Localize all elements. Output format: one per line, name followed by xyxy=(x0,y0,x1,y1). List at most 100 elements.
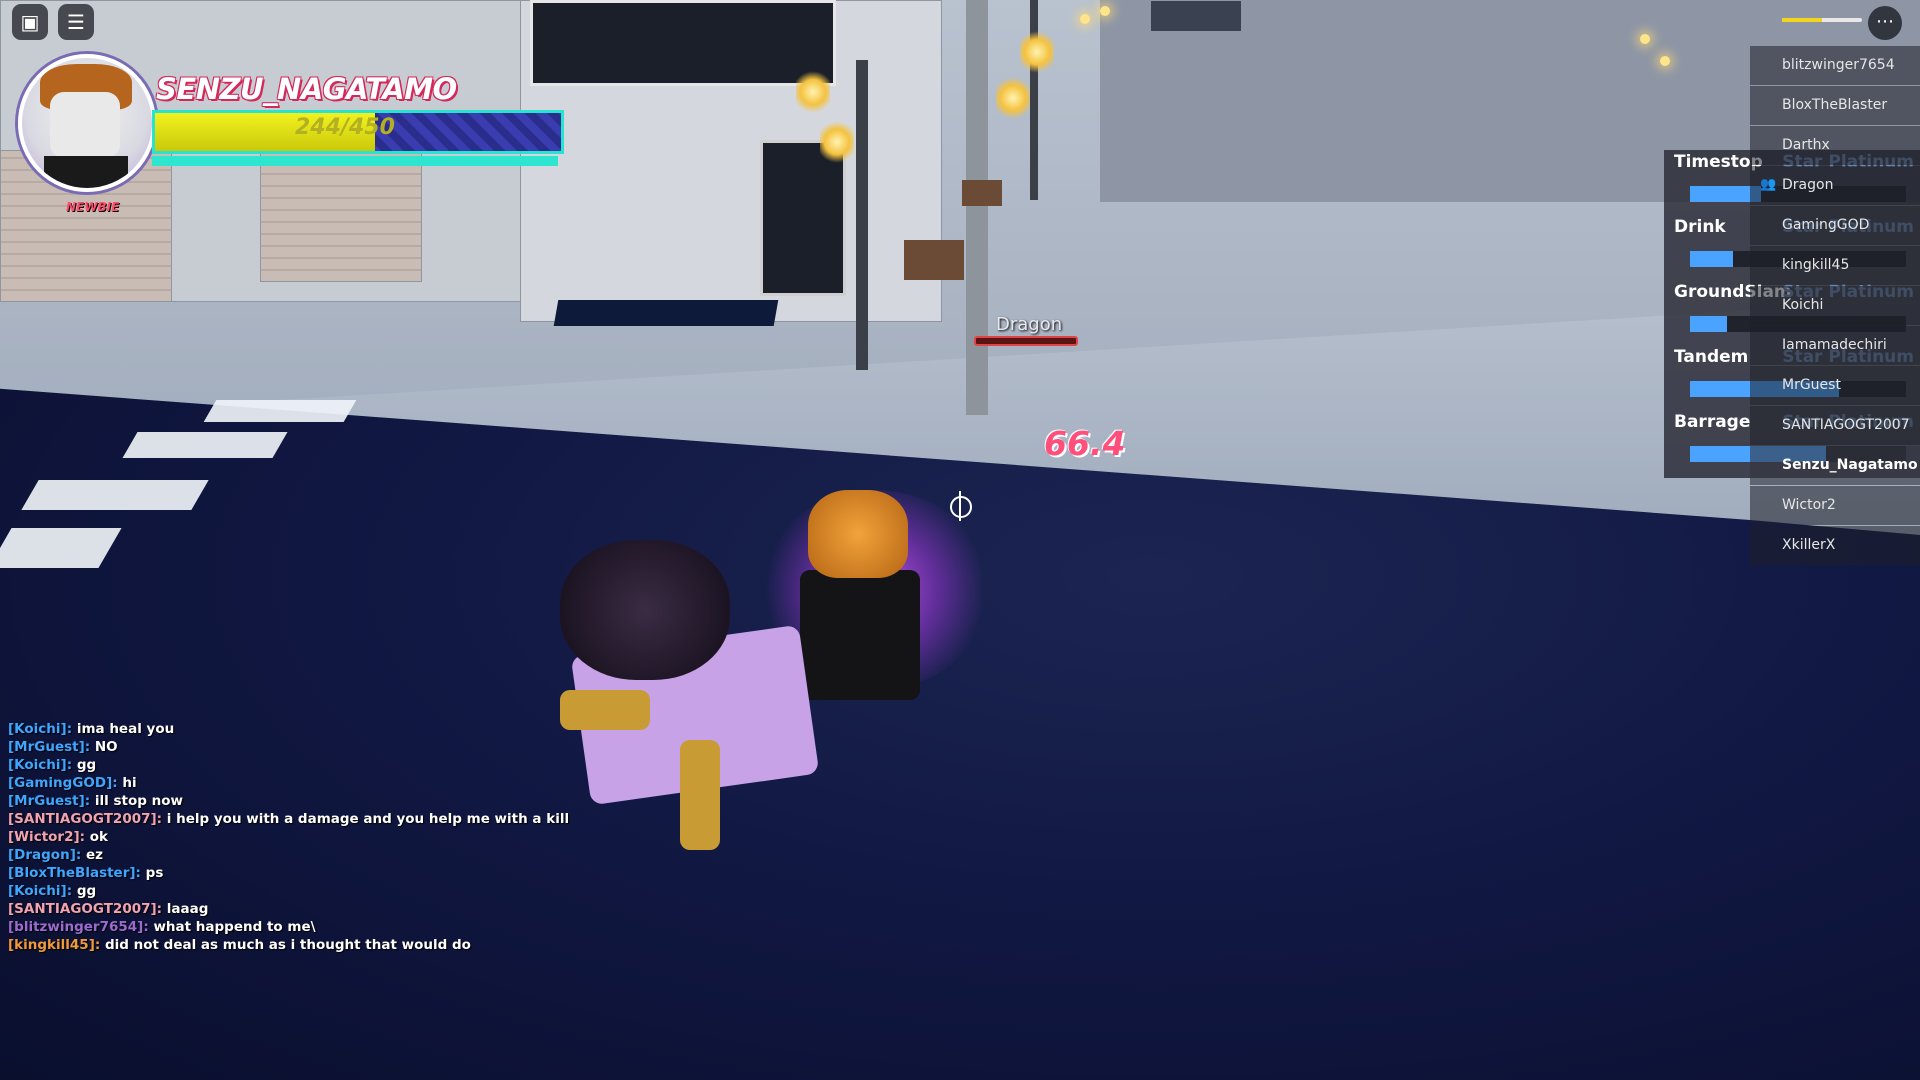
player-list-item[interactable]: SANTIAGOGT2007 xyxy=(1750,406,1920,445)
chat-author[interactable]: [MrGuest]: xyxy=(8,793,95,809)
chat-text: hi xyxy=(122,775,137,791)
move-name: Drink xyxy=(1674,217,1726,237)
player-list-item[interactable]: GamingGOD xyxy=(1750,206,1920,245)
street-lamp-pole xyxy=(856,60,868,370)
top-slider[interactable] xyxy=(1782,18,1862,22)
chat-message: [MrGuest]: NO xyxy=(8,738,568,756)
player-list-item[interactable]: BloxTheBlaster xyxy=(1750,86,1920,125)
chat-message: [Koichi]: gg xyxy=(8,882,568,900)
player-list-item[interactable]: Senzu_Nagatamo xyxy=(1750,446,1920,485)
chat-author[interactable]: [Wictor2]: xyxy=(8,829,90,845)
chat-message: [kingkill45]: did not deal as much as i … xyxy=(8,936,568,954)
player-name: SENZU_NAGATAMO xyxy=(156,72,457,106)
move-name: Tandem xyxy=(1674,347,1749,367)
chat-text: ill stop now xyxy=(94,793,183,809)
far-light xyxy=(1100,6,1110,16)
chat-text: NO xyxy=(94,739,118,755)
chat-text: did not deal as much as i thought that w… xyxy=(104,937,471,953)
player-list-item[interactable]: Wictor2 xyxy=(1750,486,1920,525)
roblox-logo-icon[interactable]: ▣ xyxy=(12,4,48,40)
chat-text: ps xyxy=(145,865,164,881)
player-list: blitzwinger7654 BloxTheBlaster Darthx 👥 Drag… xyxy=(1750,46,1920,566)
player-list-item[interactable]: blitzwinger7654 xyxy=(1750,46,1920,85)
chat-text: what happend to me\ xyxy=(153,919,316,935)
lamp-light xyxy=(820,120,854,164)
utility-pole xyxy=(966,0,988,415)
lamp-light xyxy=(796,70,830,114)
far-light xyxy=(1640,34,1650,44)
damage-number: 66.4 xyxy=(1044,424,1126,463)
player-list-item[interactable]: 👥 Dragon xyxy=(1750,166,1920,205)
player-list-item[interactable]: Iamamadechiri xyxy=(1750,326,1920,365)
avatar-suit xyxy=(44,156,128,188)
chat-message: [Dragon]: ez xyxy=(8,846,568,864)
player-name-label: Wictor2 xyxy=(1782,497,1836,513)
stamina-fill xyxy=(152,156,558,166)
chat-author[interactable]: [Koichi]: xyxy=(8,757,77,773)
lamp-light xyxy=(1020,30,1054,74)
chat-message: [Koichi]: ima heal you xyxy=(8,720,568,738)
top-slider-fill xyxy=(1782,18,1822,22)
chat-text: gg xyxy=(76,883,97,899)
enemy-name: Dragon xyxy=(996,314,1063,335)
chat-author[interactable]: [kingkill45]: xyxy=(8,937,105,953)
chat-author[interactable]: [Dragon]: xyxy=(8,847,86,863)
avatar xyxy=(18,54,156,192)
player-name-label: kingkill45 xyxy=(1782,257,1850,273)
chat-icon[interactable]: ☰ xyxy=(58,4,94,40)
stand-armor xyxy=(680,740,720,850)
chat-author[interactable]: [blitzwinger7654]: xyxy=(8,919,153,935)
chat-author[interactable]: [SANTIAGOGT2007]: xyxy=(8,901,167,917)
chat-text: gg xyxy=(76,757,97,773)
chat-message: [SANTIAGOGT2007]: laaag xyxy=(8,900,568,918)
player-name-label: MrGuest xyxy=(1782,377,1841,393)
chat-message: [Wictor2]: ok xyxy=(8,828,568,846)
player-name-label: Koichi xyxy=(1782,297,1824,313)
player-name-label: Senzu_Nagatamo xyxy=(1782,457,1918,473)
chat-author[interactable]: [Koichi]: xyxy=(8,883,77,899)
health-text: 244/450 xyxy=(295,115,395,140)
enemy-health-bar xyxy=(974,336,1078,346)
player-list-item[interactable]: Koichi xyxy=(1750,286,1920,325)
health-bar: 244/450 xyxy=(152,110,564,154)
chat-message: [BloxTheBlaster]: ps xyxy=(8,864,568,882)
player-name-label: GamingGOD xyxy=(1782,217,1870,233)
avatar-face xyxy=(50,92,120,158)
chat-log: [Koichi]: ima heal you [MrGuest]: NO [Koic… xyxy=(8,720,570,954)
chat-message: [Koichi]: gg xyxy=(8,756,568,774)
move-cooldown-fill xyxy=(1690,251,1734,267)
friend-icon: 👥 xyxy=(1760,177,1777,192)
move-cooldown-fill xyxy=(1690,316,1727,332)
top-left-buttons: ▣ ☰ xyxy=(12,4,94,40)
chat-message: [MrGuest]: ill stop now xyxy=(8,792,568,810)
brick-wall xyxy=(260,150,422,282)
player-characters xyxy=(540,480,1020,860)
move-name: Barrage xyxy=(1674,412,1751,432)
stamina-bar xyxy=(152,156,558,166)
rank-label: NEWBIE xyxy=(66,200,120,214)
player-list-item[interactable]: Darthx xyxy=(1750,126,1920,165)
chat-message: [GamingGOD]: hi xyxy=(8,774,568,792)
far-light xyxy=(1080,14,1090,24)
far-light xyxy=(1660,56,1670,66)
chat-text: i help you with a damage and you help me… xyxy=(166,811,570,827)
stand-armor xyxy=(560,690,650,730)
chat-text: ez xyxy=(85,847,103,863)
chat-author[interactable]: [BloxTheBlaster]: xyxy=(8,865,146,881)
chat-text: ok xyxy=(89,829,109,845)
chat-author[interactable]: [Koichi]: xyxy=(8,721,77,737)
player-list-item[interactable]: XkillerX xyxy=(1750,526,1920,565)
chat-author[interactable]: [GamingGOD]: xyxy=(8,775,122,791)
chat-text: laaag xyxy=(166,901,209,917)
chat-author[interactable]: [SANTIAGOGT2007]: xyxy=(8,811,167,827)
player-name-label: XkillerX xyxy=(1782,537,1836,553)
player-list-item[interactable]: kingkill45 xyxy=(1750,246,1920,285)
player-name-label: blitzwinger7654 xyxy=(1782,57,1895,73)
more-options-icon[interactable]: ⋯ xyxy=(1868,6,1902,40)
bench xyxy=(904,240,964,280)
crosswalk-stripe xyxy=(203,400,357,422)
chat-author[interactable]: [MrGuest]: xyxy=(8,739,95,755)
player-list-item[interactable]: MrGuest xyxy=(1750,366,1920,405)
player-name-label: Darthx xyxy=(1782,137,1830,153)
player-name-label: BloxTheBlaster xyxy=(1782,97,1888,113)
